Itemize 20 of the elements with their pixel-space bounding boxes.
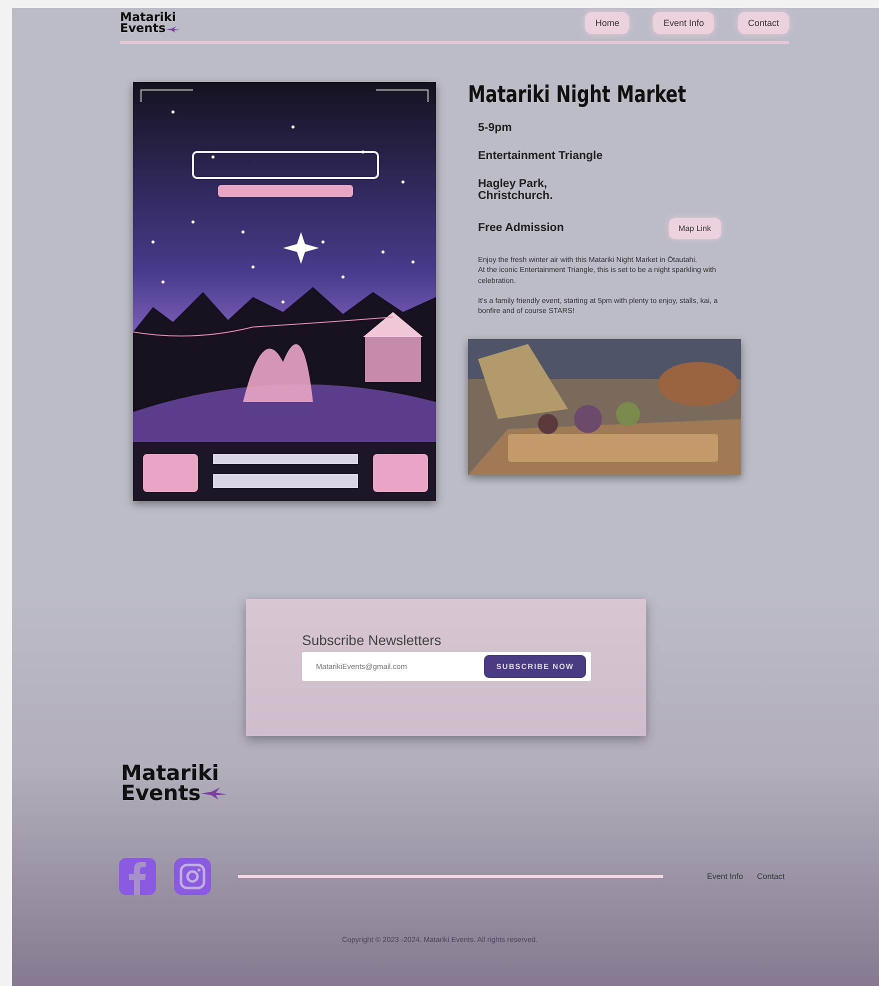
logo-text: Matariki [120, 12, 177, 24]
map-link-button[interactable]: Map Link [668, 218, 721, 239]
event-detail: Free Admission [478, 222, 564, 234]
nav-link[interactable]: Event Info [653, 12, 714, 34]
nav-link[interactable]: Contact [738, 12, 789, 34]
event-detail: Hagley Park, Christchurch. [478, 178, 554, 202]
footer-link[interactable]: Event Info [707, 872, 744, 881]
star-icon [200, 787, 227, 800]
logo-text: Matariki [121, 764, 220, 784]
event-title: Matariki Night Market [468, 82, 688, 108]
logo-text: Events [121, 784, 201, 804]
newsletter-title: Subscribe Newsletters [302, 632, 442, 648]
star-icon [166, 26, 180, 33]
instagram-icon[interactable] [174, 858, 211, 895]
event-detail: Entertainment Triangle [478, 150, 604, 162]
facebook-icon[interactable] [119, 858, 156, 895]
event-detail: 5-9pm [478, 122, 513, 134]
footer-link[interactable]: Contact [757, 872, 785, 881]
logo-text: Events [120, 23, 166, 35]
nav-link[interactable]: Home [585, 12, 630, 34]
